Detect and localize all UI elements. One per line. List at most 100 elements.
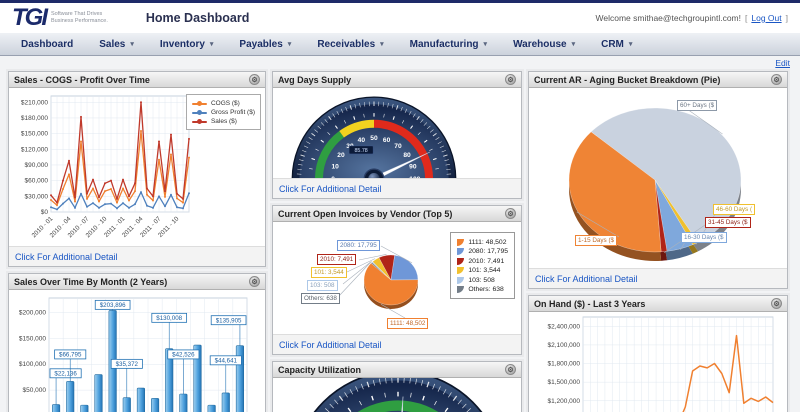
- widget-title: Avg Days Supply: [278, 75, 351, 85]
- svg-text:$60,000: $60,000: [25, 178, 49, 185]
- svg-text:$50,000: $50,000: [23, 387, 47, 394]
- legend-item-cogs-: COGS ($): [192, 100, 255, 107]
- svg-text:$200,000: $200,000: [19, 309, 46, 316]
- widget-header: On Hand ($) - Last 3 Years ⚙: [529, 296, 787, 312]
- edit-dashboard-link[interactable]: Edit: [775, 58, 790, 68]
- svg-text:$0: $0: [41, 209, 49, 216]
- avg-days-supply-gauge: 010203040506070809010085.78: [285, 90, 463, 178]
- widget-title: On Hand ($) - Last 3 Years: [534, 299, 645, 309]
- sales_by_month-svg: $200,000$150,000$100,000$50,000$02010 - …: [9, 290, 257, 412]
- widget-settings-icon[interactable]: ⚙: [505, 364, 516, 375]
- sales-by-month-bar-chart: $200,000$150,000$100,000$50,000$02010 - …: [9, 290, 257, 412]
- pie-callout-16-30-days-: 16-30 Days ($: [681, 232, 727, 243]
- svg-text:$35,372: $35,372: [116, 361, 139, 368]
- additional-detail-link[interactable]: Click For Additional Detail: [535, 274, 638, 284]
- svg-text:$66,795: $66,795: [59, 352, 82, 359]
- widget-sales-by-month: Sales Over Time By Month (2 Years) ⚙ $20…: [8, 273, 266, 412]
- logout-link[interactable]: Log Out: [751, 13, 781, 23]
- column-right: Current AR - Aging Bucket Breakdown (Pie…: [528, 71, 788, 412]
- widget-title: Current Open Invoices by Vendor (Top 5): [278, 209, 452, 219]
- svg-text:$2,100,000: $2,100,000: [547, 342, 580, 349]
- current_ar-svg: [529, 88, 787, 268]
- legend-item-2010: 2010: 7,491: [457, 258, 508, 265]
- capacity-utilization-gauge: 0102030405060708090100: [283, 378, 513, 412]
- main-navbar: DashboardSales▾Inventory▾Payables▾Receiv…: [0, 32, 800, 56]
- nav-item-sales[interactable]: Sales▾: [86, 39, 147, 50]
- svg-text:60: 60: [383, 137, 391, 144]
- on-hand-line-chart: $2,400,000$2,100,000$1,800,000$1,500,000…: [529, 312, 783, 412]
- widget-footer: Click For Additional Detail: [529, 268, 787, 288]
- legend-item-others: Others: 638: [457, 286, 508, 293]
- on_hand-svg: $2,400,000$2,100,000$1,800,000$1,500,000…: [529, 312, 783, 412]
- legend-item-2080: 2080: 17,795: [457, 248, 508, 255]
- widget-footer: Click For Additional Detail: [273, 178, 521, 198]
- widget-header: Capacity Utilization ⚙: [273, 362, 521, 378]
- nav-item-receivables[interactable]: Receivables▾: [304, 39, 396, 50]
- widget-settings-icon[interactable]: ⚙: [771, 298, 782, 309]
- nav-item-crm[interactable]: CRM▾: [588, 39, 645, 50]
- widget-header: Current AR - Aging Bucket Breakdown (Pie…: [529, 72, 787, 88]
- widget-title: Sales - COGS - Profit Over Time: [14, 75, 150, 85]
- chevron-down-icon: ▾: [288, 40, 292, 48]
- pie-callout-46-60-days-: 46-60 Days (: [713, 204, 755, 215]
- column-left: Sales - COGS - Profit Over Time ⚙ $210,0…: [8, 71, 266, 412]
- widget-title: Capacity Utilization: [278, 365, 361, 375]
- svg-text:$135,905: $135,905: [216, 317, 242, 324]
- svg-text:$150,000: $150,000: [21, 131, 48, 138]
- chevron-down-icon: ▾: [572, 40, 576, 48]
- pie-callout-31-45-days-: 31-45 Days ($: [705, 217, 751, 228]
- widget-avg-days-supply: Avg Days Supply ⚙ 0102030405060708090100…: [272, 71, 522, 199]
- pie-legend: 1111: 48,502 2080: 17,795 2010: 7,491 101: …: [450, 232, 515, 299]
- nav-item-dashboard[interactable]: Dashboard: [8, 39, 86, 50]
- legend-item-sales-: Sales ($): [192, 118, 255, 125]
- svg-text:20: 20: [337, 152, 345, 159]
- svg-text:80: 80: [403, 152, 411, 159]
- nav-item-payables[interactable]: Payables▾: [226, 39, 304, 50]
- legend-item-gross-profit-: Gross Profit ($): [192, 109, 255, 116]
- svg-text:$150,000: $150,000: [19, 335, 46, 342]
- additional-detail-link[interactable]: Click For Additional Detail: [279, 184, 382, 194]
- widget-settings-icon[interactable]: ⚙: [505, 208, 516, 219]
- legend-item-1111: 1111: 48,502: [457, 239, 508, 246]
- svg-text:100: 100: [409, 176, 420, 178]
- widget-sales-cogs-profit: Sales - COGS - Profit Over Time ⚙ $210,0…: [8, 71, 266, 267]
- welcome-area: Welcome smithae@techgroupintl.com! [ Log…: [596, 13, 788, 23]
- pie-callout-2010: 2010: 7,491: [317, 254, 356, 265]
- chevron-down-icon: ▾: [130, 40, 134, 48]
- widget-settings-icon[interactable]: ⚙: [505, 74, 516, 85]
- svg-text:70: 70: [394, 143, 402, 150]
- nav-item-warehouse[interactable]: Warehouse▾: [500, 39, 588, 50]
- svg-text:85.78: 85.78: [354, 148, 367, 154]
- legend-item-101: 101: 3,544: [457, 267, 508, 274]
- capacity_utilization-svg: 0102030405060708090100: [283, 378, 513, 412]
- svg-text:40: 40: [358, 137, 366, 144]
- pie-callout-60+-days-: 60+ Days ($: [677, 100, 717, 111]
- widget-settings-icon[interactable]: ⚙: [249, 276, 260, 287]
- nav-item-manufacturing[interactable]: Manufacturing▾: [397, 39, 500, 50]
- svg-text:0: 0: [331, 176, 335, 178]
- widget-settings-icon[interactable]: ⚙: [249, 74, 260, 85]
- pie-callout-2080: 2080: 17,795: [337, 240, 380, 251]
- pie-callout-others: Others: 638: [301, 293, 340, 304]
- widget-title: Sales Over Time By Month (2 Years): [14, 277, 167, 287]
- widget-footer: Click For Additional Detail: [273, 334, 521, 354]
- additional-detail-link[interactable]: Click For Additional Detail: [279, 340, 382, 350]
- widget-header: Current Open Invoices by Vendor (Top 5) …: [273, 206, 521, 222]
- svg-text:$1,500,000: $1,500,000: [547, 379, 580, 386]
- widget-capacity-utilization: Capacity Utilization ⚙ 01020304050607080…: [272, 361, 522, 412]
- svg-text:$22,136: $22,136: [54, 371, 77, 378]
- widget-current-ar: Current AR - Aging Bucket Breakdown (Pie…: [528, 71, 788, 289]
- chevron-down-icon: ▾: [380, 40, 384, 48]
- nav-item-inventory[interactable]: Inventory▾: [147, 39, 227, 50]
- page-title: Home Dashboard: [146, 11, 250, 25]
- widget-header: Sales - COGS - Profit Over Time ⚙: [9, 72, 265, 88]
- widget-header: Sales Over Time By Month (2 Years) ⚙: [9, 274, 265, 290]
- top-bar: TGI Software That Drives Business Perfor…: [0, 3, 800, 32]
- widget-settings-icon[interactable]: ⚙: [771, 74, 782, 85]
- chevron-down-icon: ▾: [210, 40, 214, 48]
- widget-header: Avg Days Supply ⚙: [273, 72, 521, 88]
- chevron-down-icon: ▾: [484, 40, 488, 48]
- additional-detail-link[interactable]: Click For Additional Detail: [15, 252, 118, 262]
- pie-callout-101: 101: 3,544: [311, 267, 347, 278]
- svg-text:50: 50: [370, 135, 378, 142]
